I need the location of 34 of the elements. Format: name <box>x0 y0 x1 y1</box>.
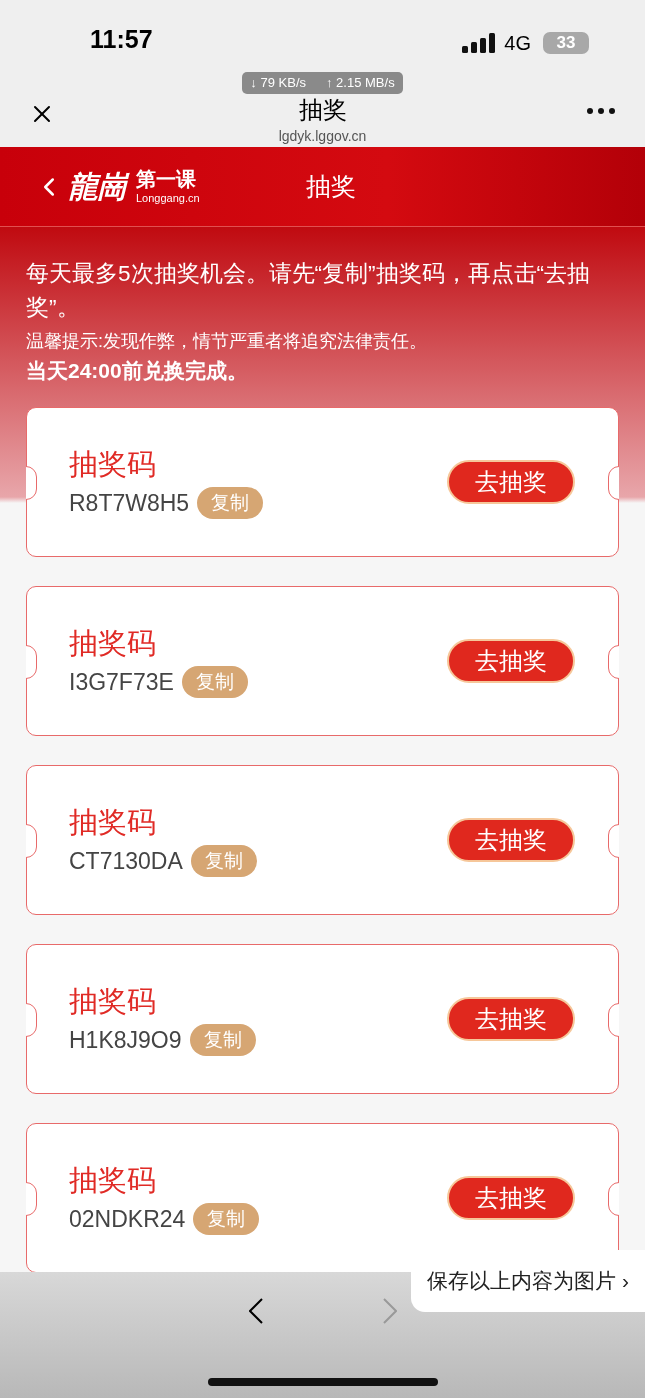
more-icon <box>587 108 615 114</box>
code-label: 抽奖码 <box>69 625 157 661</box>
lottery-code: 02NDKR24 <box>69 1204 186 1234</box>
status-time: 11:57 <box>90 23 153 55</box>
code-label: 抽奖码 <box>69 446 157 482</box>
battery-icon: 33 <box>543 32 589 54</box>
draw-button[interactable]: 去抽奖 <box>447 639 575 683</box>
code-label: 抽奖码 <box>69 1162 157 1198</box>
save-as-image-button[interactable]: 保存以上内容为图片 › <box>411 1250 645 1312</box>
logo-subtitle: 第一课 <box>136 169 197 189</box>
logo-calligraphy: 龍崗 <box>68 168 128 206</box>
lottery-code: I3G7F73E <box>69 667 174 697</box>
code-label: 抽奖码 <box>69 983 157 1019</box>
page-url: lgdyk.lggov.cn <box>278 127 367 146</box>
signal-icon <box>462 33 497 53</box>
draw-button[interactable]: 去抽奖 <box>447 460 575 504</box>
rules-text: 每天最多5次抽奖机会。请先“复制”抽奖码，再点击“去抽奖”。 <box>26 260 592 322</box>
warning-text: 温馨提示:发现作弊，情节严重者将追究法律责任。 <box>26 330 428 353</box>
header-title: 抽奖 <box>305 170 356 202</box>
draw-button[interactable]: 去抽奖 <box>447 1176 575 1220</box>
lottery-code: CT7130DA <box>69 846 183 876</box>
code-label: 抽奖码 <box>69 804 157 840</box>
chevron-right-icon <box>382 1298 397 1324</box>
logo-domain: Longgang.cn <box>136 193 200 204</box>
more-button[interactable] <box>587 108 615 114</box>
deadline-text: 当天24:00前兑换完成。 <box>26 358 249 384</box>
draw-button[interactable]: 去抽奖 <box>447 997 575 1041</box>
speed-badge: ↓ 79 KB/s ↑ 2.15 MB/s <box>242 72 403 94</box>
draw-button[interactable]: 去抽奖 <box>447 818 575 862</box>
network-label: 4G <box>504 31 531 56</box>
chevron-left-icon <box>248 1298 263 1324</box>
lottery-code: H1K8J9O9 <box>69 1025 182 1055</box>
lottery-code: R8T7W8H5 <box>69 488 190 518</box>
page-title: 抽奖 <box>298 98 347 122</box>
